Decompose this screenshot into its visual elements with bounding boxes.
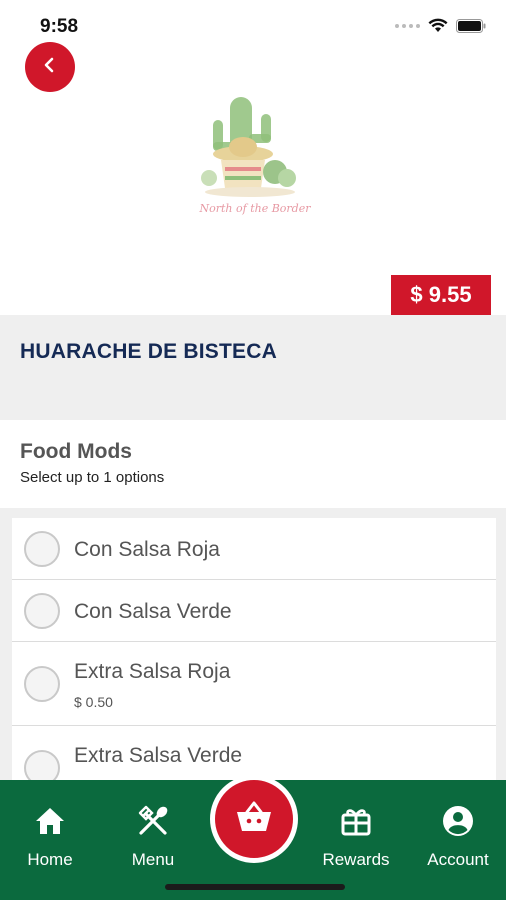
restaurant-logo: North of the Border <box>195 92 315 222</box>
radio-button[interactable] <box>24 750 60 780</box>
nav-menu-label: Menu <box>131 850 175 869</box>
status-time: 9:58 <box>40 16 79 37</box>
option-con-salsa-verde[interactable]: Con Salsa Verde <box>12 580 496 642</box>
cart-button[interactable] <box>210 775 298 863</box>
chevron-left-icon <box>43 57 57 78</box>
radio-button[interactable] <box>24 593 60 629</box>
option-label: Extra Salsa Verde <box>74 744 243 767</box>
price-tag: $ 9.55 <box>391 275 491 315</box>
option-label: Extra Salsa Roja <box>74 660 231 683</box>
home-icon <box>5 804 95 840</box>
option-label: Con Salsa Roja <box>74 538 220 561</box>
nav-account[interactable]: Account <box>413 804 503 870</box>
item-header: HUARACHE DE BISTECA <box>0 315 506 420</box>
nav-rewards-label: Rewards <box>322 850 390 869</box>
option-con-salsa-roja[interactable]: Con Salsa Roja <box>12 518 496 580</box>
options-area: Con Salsa Roja Con Salsa Verde Extra Sal… <box>0 508 506 780</box>
option-extra-salsa-roja[interactable]: Extra Salsa Roja $ 0.50 <box>12 642 496 726</box>
gift-icon <box>311 804 401 840</box>
nav-rewards[interactable]: Rewards <box>311 804 401 870</box>
option-extra-salsa-verde[interactable]: Extra Salsa Verde <box>12 726 496 780</box>
signal-icon <box>395 23 420 28</box>
options-list: Con Salsa Roja Con Salsa Verde Extra Sal… <box>12 518 496 780</box>
item-title: HUARACHE DE BISTECA <box>20 340 277 363</box>
battery-icon <box>456 18 486 33</box>
nav-home-label: Home <box>27 850 73 869</box>
mods-subtitle: Select up to 1 options <box>20 469 165 486</box>
nav-home[interactable]: Home <box>5 804 95 870</box>
home-indicator <box>165 884 345 890</box>
radio-button[interactable] <box>24 666 60 702</box>
logo-text: North of the Border <box>199 202 311 215</box>
nav-account-label: Account <box>427 850 489 869</box>
basket-icon <box>234 800 274 839</box>
wifi-icon <box>428 18 448 33</box>
cactus-sombrero-logo-icon <box>201 97 296 197</box>
back-button[interactable] <box>25 42 75 92</box>
radio-button[interactable] <box>24 531 60 567</box>
nav-menu[interactable]: Menu <box>108 804 198 870</box>
option-label: Con Salsa Verde <box>74 600 232 623</box>
utensils-icon <box>108 804 198 840</box>
status-icons <box>395 18 486 33</box>
account-icon <box>413 804 503 840</box>
option-price: $ 0.50 <box>74 694 113 710</box>
bottom-nav: Home Menu Rewards Account <box>0 775 506 900</box>
mods-title: Food Mods <box>20 440 132 463</box>
mods-header: Food Mods Select up to 1 options <box>0 420 506 508</box>
status-bar: 9:58 <box>0 0 506 50</box>
